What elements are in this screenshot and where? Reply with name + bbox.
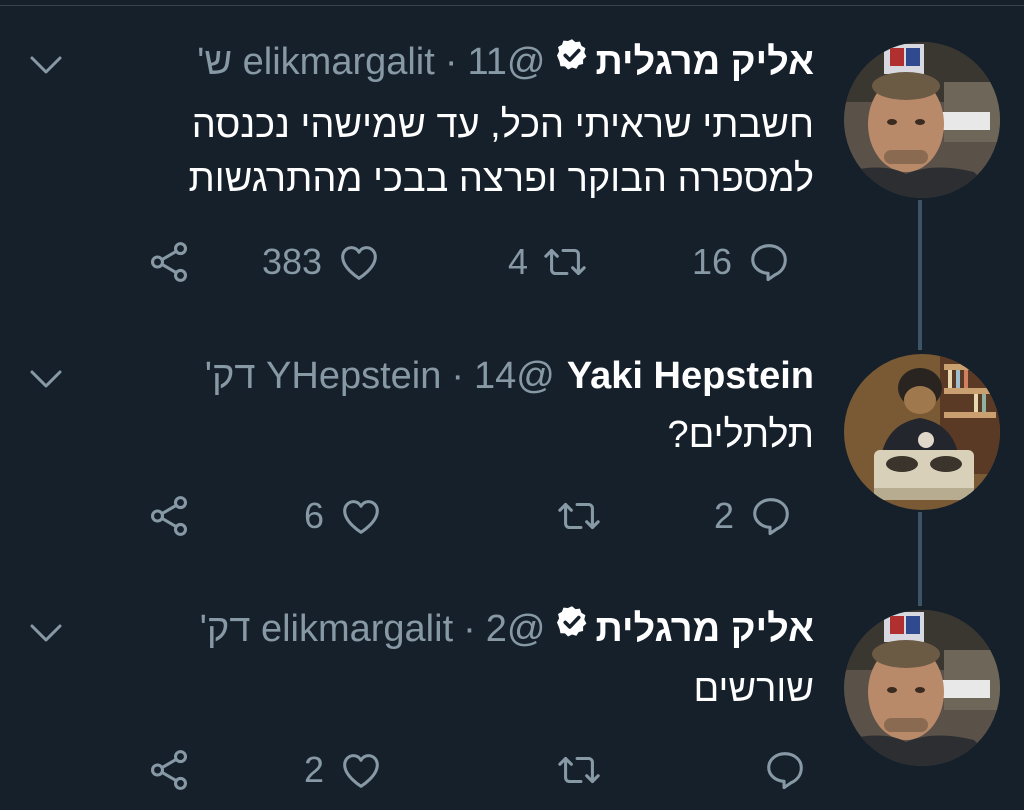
share-button[interactable] <box>146 740 192 800</box>
heart-icon <box>343 500 379 534</box>
reply-button[interactable]: 2 <box>714 486 794 546</box>
meta-separator: · <box>463 608 476 650</box>
reply-icon <box>751 244 787 282</box>
like-button[interactable]: 2 <box>304 740 384 800</box>
share-icon <box>150 750 188 790</box>
tweet-header: אליק מרגלית@elikmargalit·2 דק' <box>200 606 814 654</box>
tweet-header: אליק מרגלית@elikmargalit·11 ש' <box>197 39 814 87</box>
tweet-text: תלתלים? <box>667 408 814 462</box>
verified-badge-icon <box>554 37 590 84</box>
tweet[interactable]: אליק מרגלית@elikmargalit·11 ש' חשבתי שרא… <box>0 0 1024 320</box>
tweet-header: Yaki Hepstein@YHepstein·14 דק' <box>205 353 814 399</box>
tweet-text-line: שורשים <box>693 668 814 710</box>
meta-separator: · <box>451 355 465 397</box>
retweet-button[interactable] <box>556 740 602 800</box>
tweet-text-line: תלתלים? <box>667 414 814 456</box>
meta-separator: · <box>444 41 458 83</box>
like-button[interactable]: 6 <box>304 486 384 546</box>
retweet-icon <box>558 756 600 784</box>
like-count: 383 <box>262 241 323 282</box>
display-name[interactable]: אליק מרגלית <box>596 608 815 650</box>
tweet-actions: 16 4 383 <box>0 232 1024 292</box>
retweet-count: 4 <box>508 241 529 282</box>
verified-badge-icon <box>554 604 590 651</box>
heart-icon <box>343 754 379 788</box>
tweet-text-line: למספרה הבוקר ופרצה בבכי מהתרגשות <box>188 158 814 200</box>
tweet[interactable]: Yaki Hepstein@YHepstein·14 דק' תלתלים? 2… <box>0 320 1024 600</box>
reply-count: 2 <box>714 495 735 536</box>
like-button[interactable]: 383 <box>262 232 382 292</box>
chevron-down-icon[interactable] <box>26 618 66 648</box>
tweet-text: חשבתי שראיתי הכל, עד שמישהי נכנסה למספרה… <box>188 98 814 206</box>
retweet-icon <box>558 502 600 530</box>
tweet[interactable]: אליק מרגלית@elikmargalit·2 דק' שורשים 2 <box>0 576 1024 810</box>
retweet-icon <box>544 248 586 276</box>
chevron-down-icon[interactable] <box>26 364 66 394</box>
share-icon <box>150 496 188 536</box>
tweet-actions: 2 <box>0 740 1024 800</box>
tweet-thread-screen: אליק מרגלית@elikmargalit·11 ש' חשבתי שרא… <box>0 0 1024 810</box>
like-count: 6 <box>304 495 325 536</box>
retweet-button[interactable]: 4 <box>508 232 588 292</box>
reply-count: 16 <box>692 241 733 282</box>
display-name[interactable]: Yaki Hepstein <box>567 355 814 397</box>
reply-button[interactable]: 16 <box>692 232 792 292</box>
display-name[interactable]: אליק מרגלית <box>596 41 815 83</box>
reply-button[interactable] <box>762 740 808 800</box>
tweet-actions: 2 6 <box>0 486 1024 546</box>
share-button[interactable] <box>146 486 192 546</box>
tweet-text-line: חשבתי שראיתי הכל, עד שמישהי נכנסה <box>191 104 814 146</box>
reply-icon <box>753 498 789 536</box>
like-count: 2 <box>304 749 325 790</box>
retweet-button[interactable] <box>556 486 602 546</box>
avatar[interactable] <box>844 42 1000 198</box>
tweet-text: שורשים <box>693 662 814 716</box>
reply-icon <box>767 752 803 790</box>
share-button[interactable] <box>146 232 192 292</box>
share-icon <box>150 242 188 282</box>
chevron-down-icon[interactable] <box>26 50 66 80</box>
heart-icon <box>341 246 377 280</box>
